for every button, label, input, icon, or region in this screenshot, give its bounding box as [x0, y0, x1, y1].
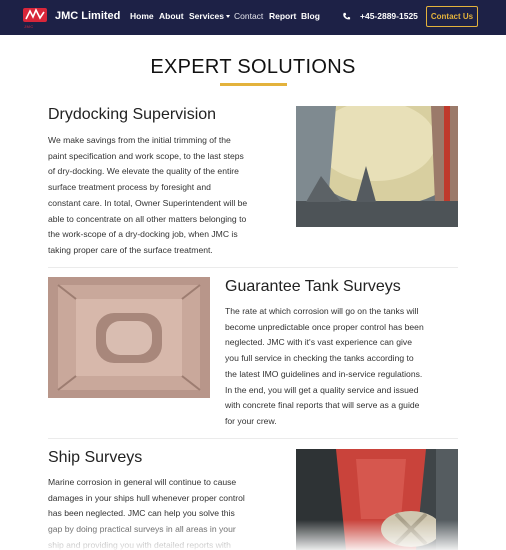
- nav-contact[interactable]: Contact: [234, 11, 263, 21]
- text-line: paint specification and work scope, to t…: [48, 150, 244, 161]
- section-body-drydocking: We make savings from the initial trimmin…: [48, 133, 281, 259]
- text-line: become unpredictable once proper control…: [225, 321, 424, 332]
- logo-label: JMC: [24, 24, 34, 29]
- text-line: neglected. JMC with it's vast experience…: [225, 337, 412, 348]
- phone-icon: [343, 12, 351, 20]
- text-line: of dry-docking. We elevate the quality o…: [48, 166, 239, 177]
- drydock-ship-image: [296, 106, 458, 227]
- nav-report[interactable]: Report: [269, 11, 296, 21]
- section-title-drydocking: Drydocking Supervision: [48, 106, 217, 123]
- text-line: In the end, you will get a quality servi…: [225, 384, 419, 395]
- text-line: for your crew.: [225, 415, 277, 426]
- brand-name[interactable]: JMC Limited: [55, 10, 120, 22]
- text-line: ship and providing you with detailed rep…: [48, 539, 231, 550]
- text-line: with concrete final reports that will se…: [225, 400, 420, 411]
- nav-blog[interactable]: Blog: [301, 11, 320, 21]
- chevron-down-icon: [225, 15, 230, 18]
- tank-interior-image: [48, 277, 210, 398]
- section-divider: [48, 438, 458, 439]
- text-line: you full service in checking the tanks a…: [225, 353, 414, 364]
- contact-us-button[interactable]: Contact Us: [426, 6, 478, 27]
- section-body-tank-surveys: The rate at which corrosion will go on t…: [225, 304, 458, 430]
- section-title-tank-surveys: Guarantee Tank Surveys: [225, 278, 401, 295]
- text-line: has been neglected. JMC can help you sol…: [48, 508, 235, 519]
- nav-services[interactable]: Services: [189, 11, 230, 21]
- text-line: Marine corrosion in general will continu…: [48, 477, 237, 487]
- text-line: gap by doing practical surveys in all ar…: [48, 524, 236, 535]
- text-line: We make savings from the initial trimmin…: [48, 135, 231, 145]
- title-underline: [220, 83, 287, 86]
- text-line: surface treatment process by foresight a…: [48, 182, 211, 193]
- text-line: The rate at which corrosion will go on t…: [225, 306, 419, 316]
- nav-services-label: Services: [189, 11, 224, 21]
- text-line: able to concentrate on all other matters…: [48, 213, 247, 224]
- nav-home[interactable]: Home: [130, 11, 154, 21]
- text-line: the work-scope of a dry-docking job, whe…: [48, 229, 238, 240]
- ship-hull-image: [296, 449, 458, 550]
- text-line: the latest IMO guidelines and in-service…: [225, 368, 423, 379]
- text-line: constant care. In total, Owner Superinte…: [48, 197, 248, 208]
- text-line: damages in your ships hull whenever prop…: [48, 492, 245, 503]
- nav-about[interactable]: About: [159, 11, 184, 21]
- page-title: EXPERT SOLUTIONS: [150, 56, 356, 78]
- section-title-ship-surveys: Ship Surveys: [48, 449, 143, 466]
- section-body-ship-surveys: Marine corrosion in general will continu…: [48, 475, 281, 550]
- text-line: taking proper care of the surface treatm…: [48, 244, 213, 255]
- section-divider: [48, 267, 458, 268]
- phone-number[interactable]: +45-2889-1525: [360, 11, 418, 21]
- top-navbar: JMC JMC Limited Home About Services Cont…: [0, 0, 506, 35]
